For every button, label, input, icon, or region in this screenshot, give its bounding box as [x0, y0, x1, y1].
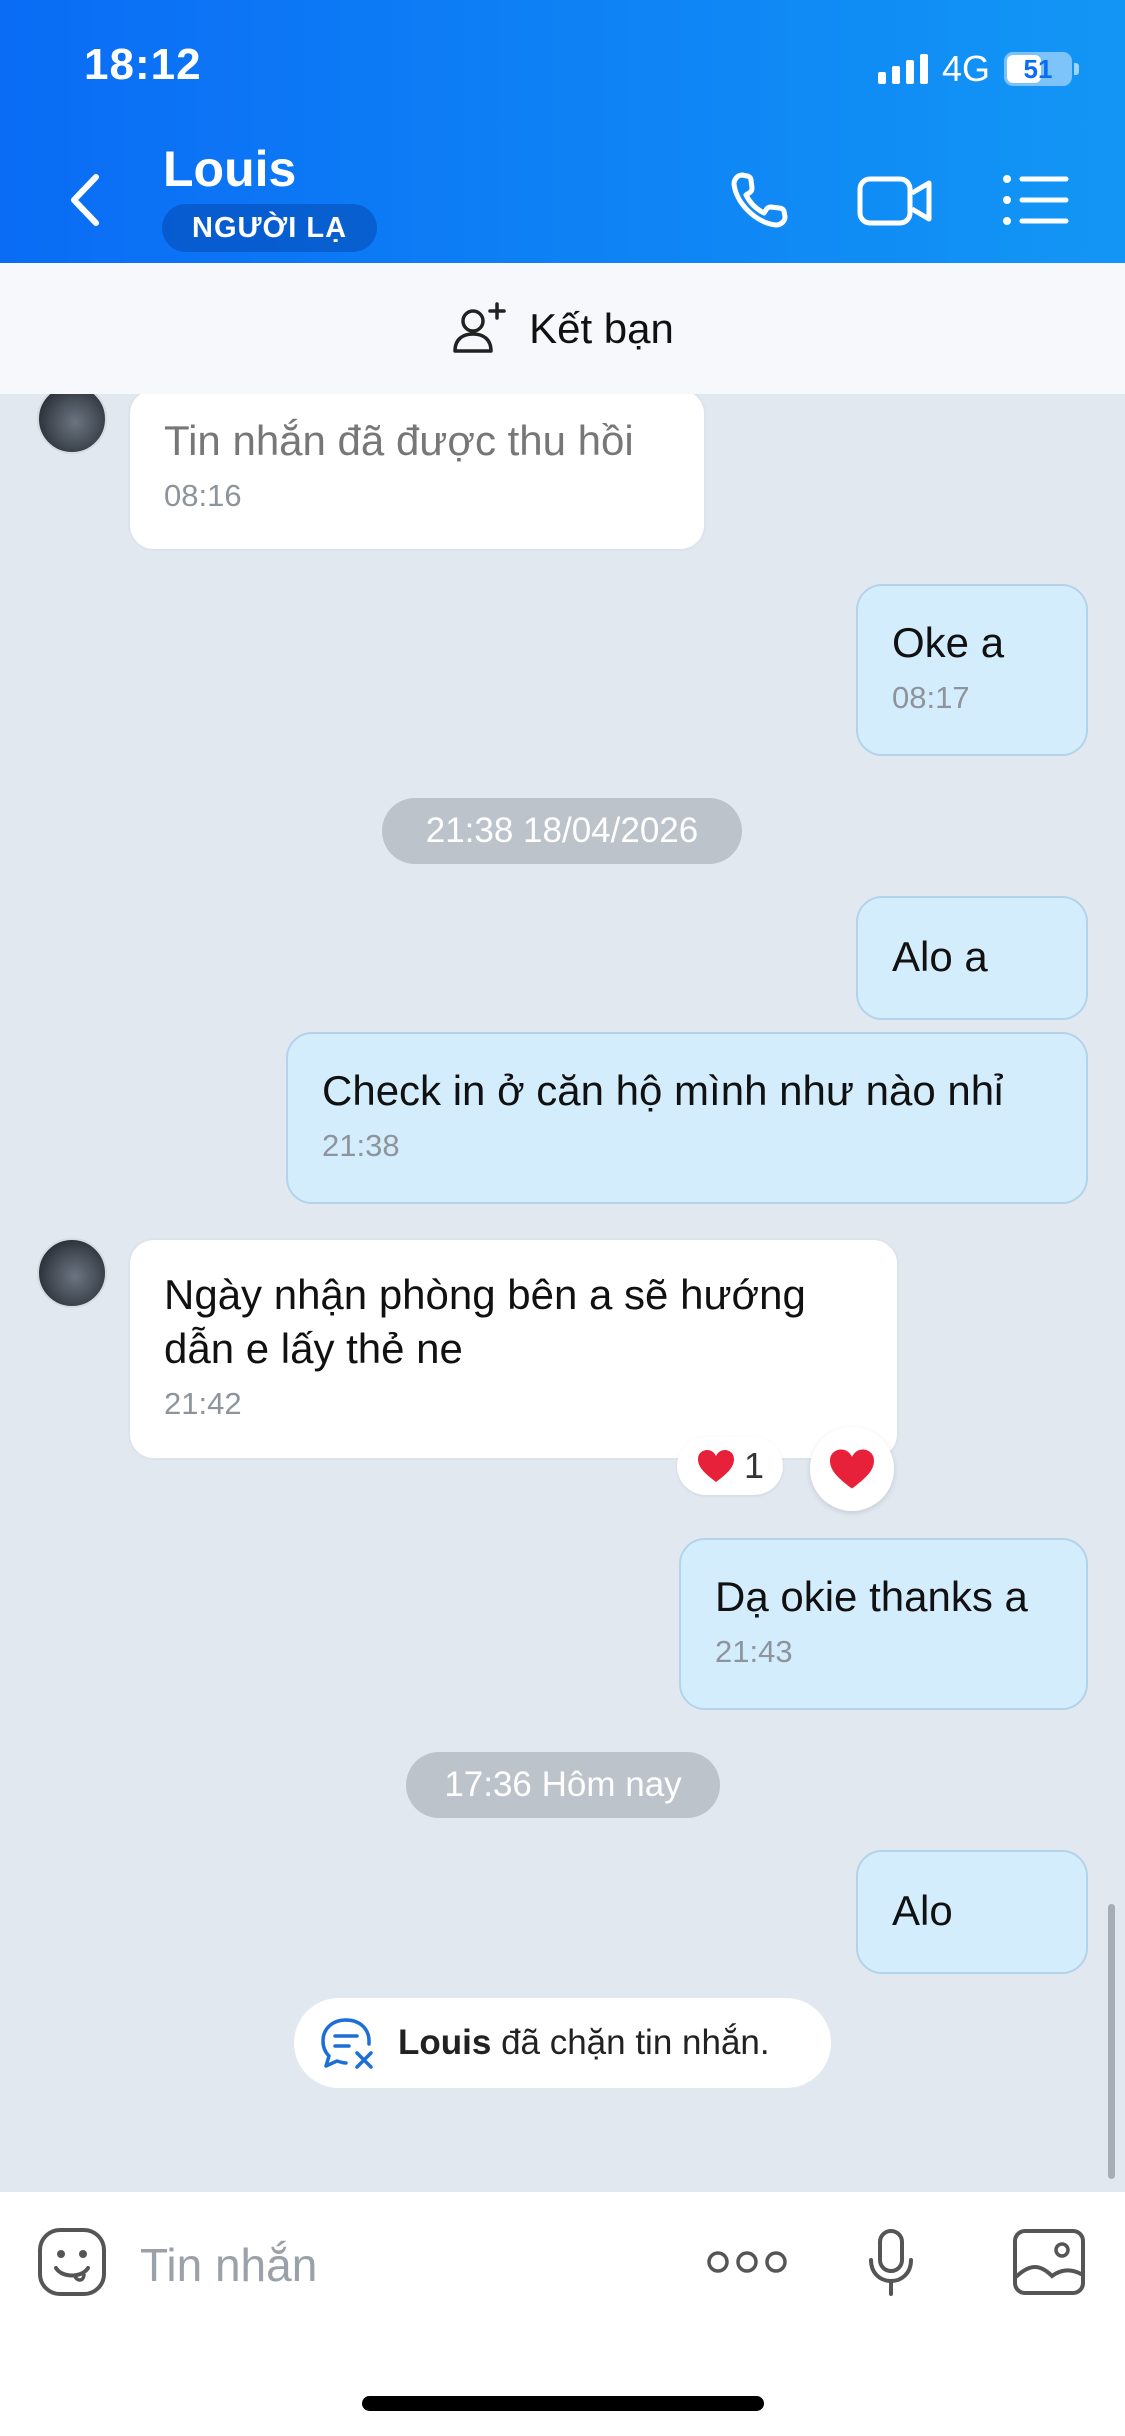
signal-icon	[877, 54, 928, 84]
video-icon	[857, 176, 932, 226]
message-time: 21:42	[164, 1386, 242, 1421]
contact-avatar[interactable]	[37, 394, 107, 454]
chat-header: 18:12 4G 51 Louis NGƯỜI LẠ	[0, 0, 1125, 263]
scrollbar[interactable]	[1108, 1904, 1115, 2179]
blocked-text: Louis đã chặn tin nhắn.	[398, 2023, 770, 2063]
menu-icon	[1003, 175, 1069, 225]
message-bubble-in[interactable]: Tin nhắn đã được thu hồi 08:16	[128, 394, 706, 551]
react-button[interactable]	[810, 1427, 894, 1511]
date-separator: 21:38 18/04/2026	[382, 798, 742, 864]
battery-icon: 51	[1004, 52, 1072, 86]
chat-menu-button[interactable]	[996, 165, 1076, 235]
sticker-button[interactable]	[36, 2226, 108, 2298]
blocked-text-body: đã chặn tin nhắn.	[501, 2023, 770, 2062]
battery-level: 51	[1023, 53, 1053, 84]
blocked-name: Louis	[398, 2023, 492, 2062]
voice-call-button[interactable]	[720, 165, 800, 235]
message-input[interactable]	[140, 2230, 660, 2300]
network-type: 4G	[941, 48, 990, 89]
message-time: 21:38	[322, 1128, 400, 1163]
sticker-icon	[38, 2228, 106, 2296]
chevron-left-icon	[71, 174, 99, 226]
message-bubble-out[interactable]: Dạ okie thanks a 21:43	[679, 1538, 1088, 1710]
contact-name[interactable]: Louis	[163, 140, 296, 198]
message-list[interactable]: Tin nhắn đã được thu hồi 08:16 Oke a 08:…	[0, 394, 1125, 2192]
contact-avatar[interactable]	[37, 1238, 107, 1308]
stranger-badge: NGƯỜI LẠ	[162, 204, 378, 252]
mic-icon	[869, 2229, 913, 2296]
message-text: Alo	[892, 1887, 953, 1934]
status-indicators: 4G 51	[877, 48, 1079, 90]
reaction-count: 1	[743, 1445, 765, 1486]
message-text: Ngày nhận phòng bên a sẽ hướng dẫn e lấy…	[164, 1271, 806, 1372]
heart-icon	[697, 1450, 734, 1482]
add-friend-button[interactable]: Kết bạn	[0, 263, 1125, 394]
status-time: 18:12	[84, 40, 202, 89]
message-text: Check in ở căn hộ mình như nào nhỉ	[322, 1067, 1004, 1114]
message-bubble-out[interactable]: Check in ở căn hộ mình như nào nhỉ 21:38	[286, 1032, 1088, 1204]
image-button[interactable]	[1012, 2228, 1086, 2296]
more-icon	[707, 2251, 787, 2273]
message-bubble-out[interactable]: Oke a 08:17	[856, 584, 1088, 756]
phone-icon	[731, 172, 788, 228]
blocked-notice: Louis đã chặn tin nhắn.	[294, 1998, 831, 2088]
date-separator: 17:36 Hôm nay	[406, 1752, 720, 1818]
heart-icon	[830, 1449, 874, 1489]
message-bubble-in[interactable]: Ngày nhận phòng bên a sẽ hướng dẫn e lấy…	[128, 1238, 899, 1460]
message-text: Dạ okie thanks a	[715, 1573, 1028, 1620]
message-text: Oke a	[892, 619, 1005, 666]
add-friend-icon	[453, 301, 506, 353]
voice-button[interactable]	[866, 2228, 916, 2298]
message-text: Alo a	[892, 933, 988, 980]
blocked-message-icon	[321, 2018, 373, 2069]
message-text: Tin nhắn đã được thu hồi	[164, 417, 634, 464]
message-time: 21:43	[715, 1634, 793, 1669]
message-bubble-out[interactable]: Alo a	[856, 896, 1088, 1020]
home-indicator[interactable]	[362, 2396, 764, 2411]
image-icon	[1013, 2229, 1085, 2295]
more-button[interactable]	[706, 2244, 788, 2280]
reaction-summary[interactable]: 1	[677, 1437, 783, 1495]
message-time: 08:17	[892, 680, 970, 715]
message-bubble-out[interactable]: Alo	[856, 1850, 1088, 1974]
add-friend-label: Kết bạn	[529, 304, 674, 352]
back-button[interactable]	[60, 165, 110, 235]
message-time: 08:16	[164, 478, 242, 513]
video-call-button[interactable]	[855, 165, 935, 235]
